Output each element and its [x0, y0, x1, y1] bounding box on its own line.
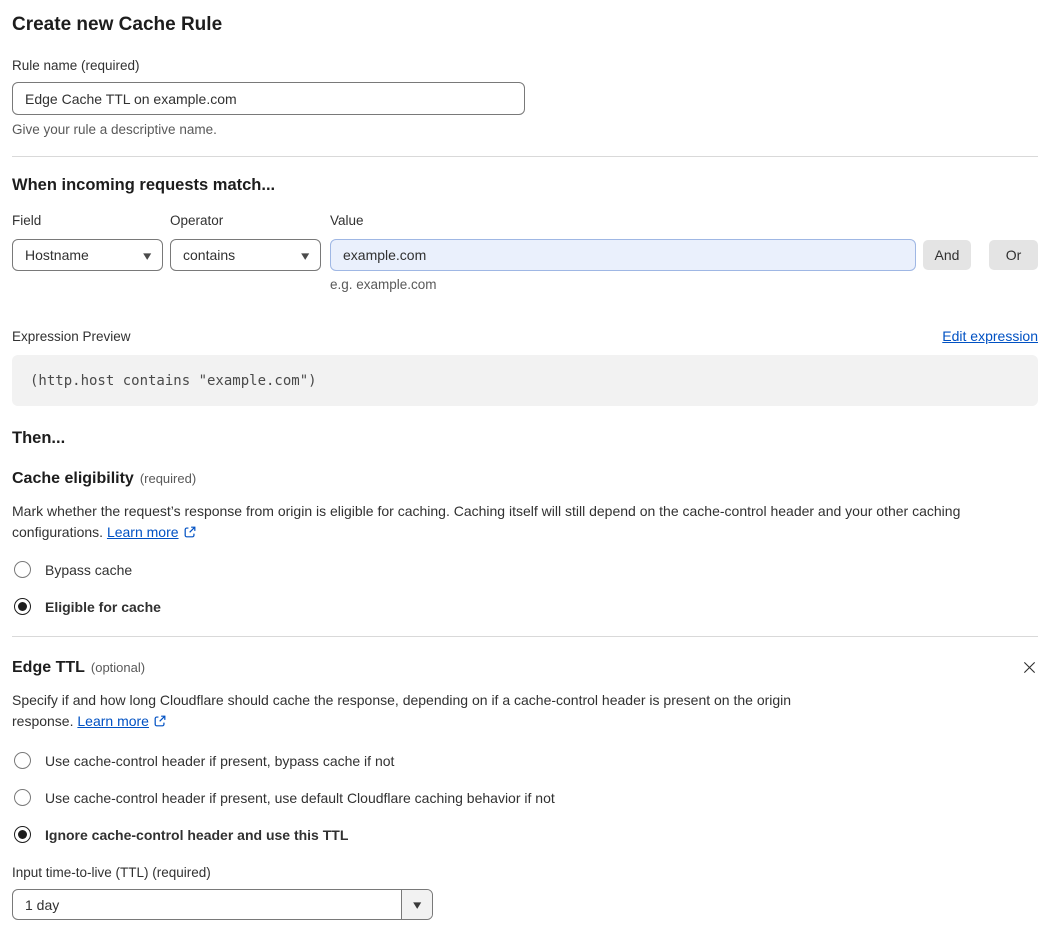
chevron-down-icon: ▾	[143, 247, 152, 263]
field-label: Field	[12, 213, 42, 228]
radio-unselected-icon[interactable]	[14, 752, 31, 769]
radio-selected-icon[interactable]	[14, 598, 31, 615]
edit-expression-link[interactable]: Edit expression	[942, 328, 1038, 344]
chevron-down-icon[interactable]: ▾	[401, 890, 432, 919]
expression-preview-box: (http.host contains "example.com")	[12, 355, 1038, 406]
learn-more-link[interactable]: Learn more	[77, 713, 149, 729]
match-heading: When incoming requests match...	[12, 176, 276, 194]
create-cache-rule-form: Create new Cache Rule Rule name (require…	[0, 0, 1058, 934]
edge-ttl-description: Specify if and how long Cloudflare shoul…	[12, 690, 847, 734]
match-controls-row: Hostname ▾ contains ▾ And Or	[12, 239, 1038, 271]
radio-unselected-icon[interactable]	[14, 789, 31, 806]
cache-eligibility-heading: Cache eligibility	[12, 470, 134, 487]
ttl-select[interactable]: 1 day ▾	[12, 889, 433, 920]
field-select-value: Hostname	[25, 247, 89, 263]
cache-eligibility-description: Mark whether the request’s response from…	[12, 501, 1022, 545]
rule-name-input[interactable]	[12, 82, 525, 115]
match-column-labels: Field Operator Value	[12, 213, 1038, 229]
expression-code: (http.host contains "example.com")	[30, 372, 317, 389]
optional-badge: (optional)	[90, 660, 146, 675]
value-helper: e.g. example.com	[330, 277, 437, 292]
cache-eligibility-options: Bypass cache Eligible for cache	[12, 561, 1038, 615]
value-label: Value	[330, 213, 364, 228]
divider	[12, 156, 1038, 157]
external-link-icon	[183, 524, 197, 545]
edge-ttl-heading: Edge TTL	[12, 659, 85, 676]
page-title: Create new Cache Rule	[12, 14, 223, 35]
rule-name-helper: Give your rule a descriptive name.	[12, 122, 217, 137]
chevron-down-icon: ▾	[301, 247, 310, 263]
close-icon[interactable]	[1020, 658, 1038, 676]
required-badge: (required)	[139, 471, 197, 486]
edge-ttl-options: Use cache-control header if present, byp…	[12, 752, 1038, 843]
expression-preview-row: Expression Preview Edit expression	[12, 328, 1038, 344]
operator-select[interactable]: contains ▾	[170, 239, 321, 271]
radio-option-use-header-bypass[interactable]: Use cache-control header if present, byp…	[14, 752, 1038, 769]
edge-ttl-section: Edge TTL (optional) Specify if and how lo…	[12, 637, 1038, 920]
operator-select-value: contains	[183, 247, 236, 263]
radio-unselected-icon[interactable]	[14, 561, 31, 578]
and-button[interactable]: And	[923, 240, 971, 270]
external-link-icon	[153, 713, 167, 734]
rule-name-label: Rule name (required)	[12, 58, 140, 73]
operator-label: Operator	[170, 213, 224, 228]
radio-option-eligible-for-cache[interactable]: Eligible for cache	[14, 598, 1038, 615]
ttl-select-value: 1 day	[25, 896, 60, 913]
or-button[interactable]: Or	[989, 240, 1038, 270]
ttl-label: Input time-to-live (TTL) (required)	[12, 865, 211, 880]
radio-option-use-header-default[interactable]: Use cache-control header if present, use…	[14, 789, 1038, 806]
cache-eligibility-section: Cache eligibility (required) Mark whether…	[12, 448, 1038, 615]
radio-selected-icon[interactable]	[14, 826, 31, 843]
field-select[interactable]: Hostname ▾	[12, 239, 163, 271]
radio-option-bypass-cache[interactable]: Bypass cache	[14, 561, 1038, 578]
radio-option-ignore-header-ttl[interactable]: Ignore cache-control header and use this…	[14, 826, 1038, 843]
then-heading: Then...	[12, 429, 66, 447]
value-input[interactable]	[330, 239, 916, 271]
learn-more-link[interactable]: Learn more	[107, 524, 179, 540]
expression-preview-label: Expression Preview	[12, 329, 131, 344]
